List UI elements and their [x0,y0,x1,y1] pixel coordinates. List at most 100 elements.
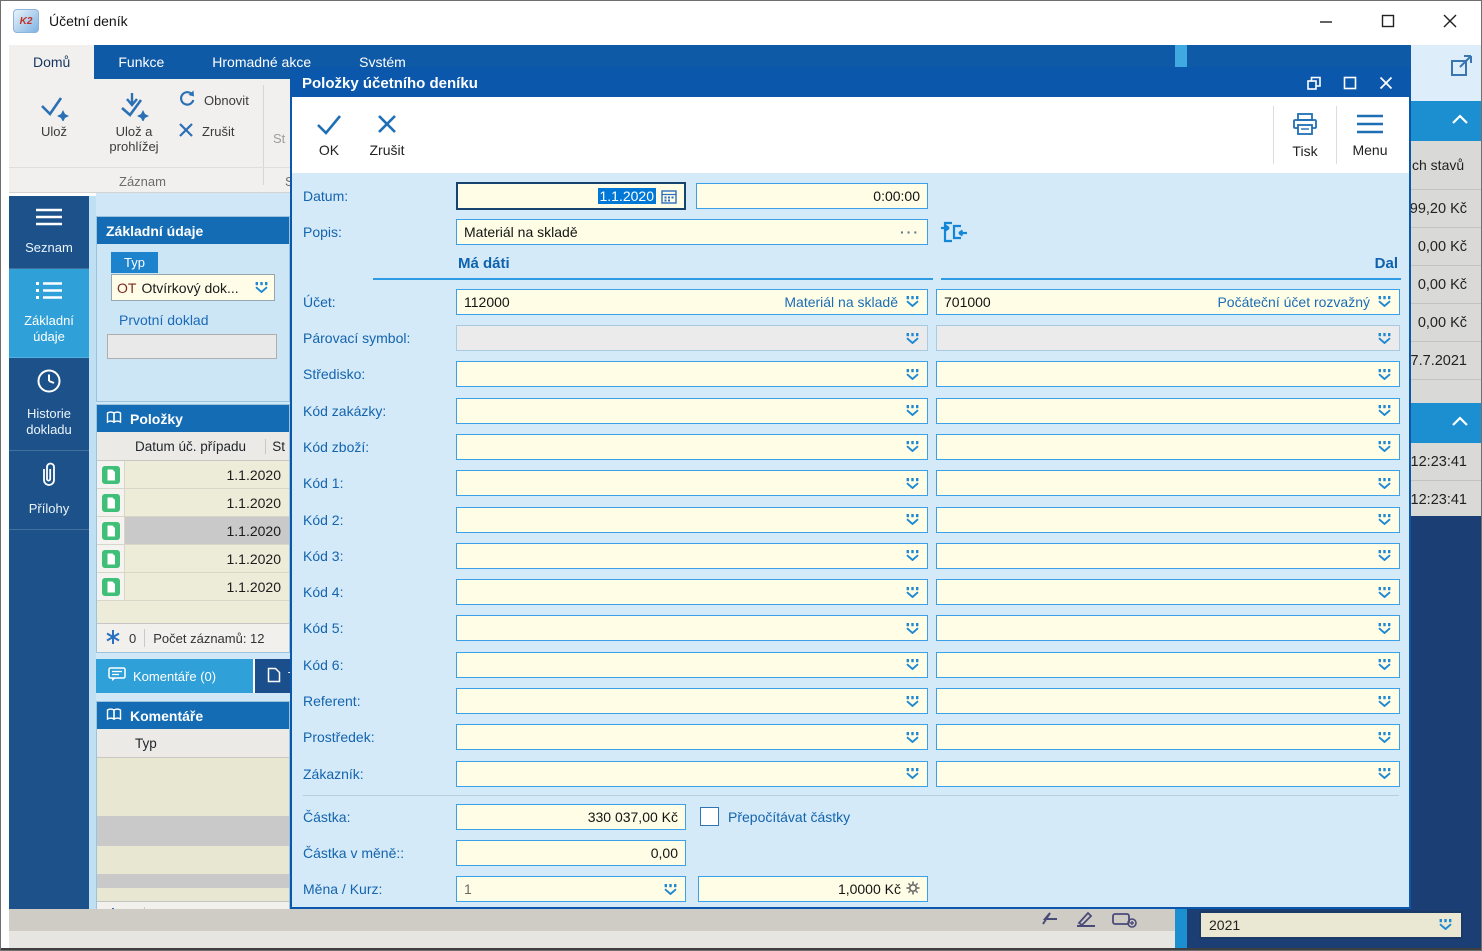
table-row[interactable]: 1.1.2020 [97,573,289,601]
stamp-add-icon[interactable] [1111,910,1137,933]
dropdown-icon[interactable] [1377,768,1392,779]
zakaznik-dal-input[interactable] [936,761,1400,787]
dropdown-icon[interactable] [905,333,920,344]
refresh-button[interactable]: Obnovit [177,89,249,112]
kod4-md-input[interactable] [456,579,928,605]
tab-funkce[interactable]: Funkce [94,45,188,79]
dropdown-icon[interactable] [254,280,269,296]
dropdown-icon[interactable] [1438,917,1453,933]
signature-icon[interactable] [1041,910,1061,933]
prepocitavat-checkbox[interactable] [700,807,719,826]
kurz-input[interactable]: 1,0000 Kč [698,876,928,902]
maximize-icon[interactable] [1357,1,1419,41]
dropdown-icon[interactable] [905,514,920,525]
popis-input[interactable]: Materiál na skladě ··· [456,219,928,245]
flag-asterisk-icon[interactable] [105,629,121,648]
table-row-selected[interactable]: 1.1.2020 [97,517,289,545]
ok-button[interactable]: OK [300,102,358,168]
ucet-dal-input[interactable]: 701000 Počáteční účet rozvažný [936,289,1400,315]
kod6-dal-input[interactable] [936,652,1400,678]
dropdown-icon[interactable] [905,587,920,598]
menu-button[interactable]: Menu [1337,102,1403,168]
typ-combo[interactable]: OT Otvírkový dok... [111,274,275,301]
calendar-icon[interactable] [661,189,677,204]
sidebar-item-historie-dokladu[interactable]: Historie dokladu [9,358,89,451]
dropdown-icon[interactable] [905,768,920,779]
chevron-up-icon[interactable] [1451,414,1469,432]
save-button[interactable]: Ulož [23,91,85,139]
kod1-md-input[interactable] [456,470,928,496]
restore-icon[interactable] [1301,73,1327,93]
dropdown-icon[interactable] [1377,405,1392,416]
kod4-dal-input[interactable] [936,579,1400,605]
dropdown-icon[interactable] [1377,369,1392,380]
dropdown-icon[interactable] [905,659,920,670]
kod6-md-input[interactable] [456,652,928,678]
cancel-button[interactable]: Zrušit [358,102,416,168]
dropdown-icon[interactable] [663,884,678,895]
prostredek-md-input[interactable] [456,724,928,750]
referent-md-input[interactable] [456,688,928,714]
kod-zakazky-dal-input[interactable] [936,398,1400,424]
table-row[interactable]: 1.1.2020 [97,545,289,573]
kod-zbozi-dal-input[interactable] [936,434,1400,460]
kod5-md-input[interactable] [456,615,928,641]
kod2-md-input[interactable] [456,507,928,533]
transfer-icon[interactable] [940,220,968,244]
dropdown-icon[interactable] [1377,696,1392,707]
year-combo[interactable]: 2021 [1199,911,1463,939]
kod5-dal-input[interactable] [936,615,1400,641]
dropdown-icon[interactable] [1377,333,1392,344]
kod3-dal-input[interactable] [936,543,1400,569]
dropdown-icon[interactable] [1377,478,1392,489]
close-icon[interactable] [1373,73,1399,93]
tab-komentare[interactable]: Komentáře (0) [96,659,253,693]
referent-dal-input[interactable] [936,688,1400,714]
sidebar-item-zakladni-udaje[interactable]: Základní údaje [9,269,89,358]
tab-domu[interactable]: Domů [9,45,94,79]
chevron-up-icon[interactable] [1451,112,1469,130]
castka-input[interactable]: 330 037,00 Kč [456,804,686,830]
stredisko-md-input[interactable] [456,361,928,387]
minimize-icon[interactable] [1295,1,1357,41]
dropdown-icon[interactable] [905,732,920,743]
empty-row[interactable] [97,874,289,888]
zakaznik-md-input[interactable] [456,761,928,787]
polozky-column-header[interactable]: Datum úč. případu St [97,432,289,461]
komentare-column-header[interactable]: Typ [97,729,289,758]
cancel-button[interactable]: Zrušit [177,121,235,142]
save-and-view-button[interactable]: Ulož a prohlížej [97,91,171,154]
kod-zbozi-md-input[interactable] [456,434,928,460]
dropdown-icon[interactable] [905,623,920,634]
dropdown-icon[interactable] [1377,550,1392,561]
dropdown-icon[interactable] [1377,587,1392,598]
mena-input[interactable]: 1 [456,876,686,902]
dropdown-icon[interactable] [905,369,920,380]
prvotni-doklad-input[interactable] [107,334,277,359]
maximize-icon[interactable] [1337,73,1363,93]
kod3-md-input[interactable] [456,543,928,569]
open-external-icon[interactable] [1449,53,1475,84]
dropdown-icon[interactable] [905,478,920,489]
dropdown-icon[interactable] [905,441,920,452]
dropdown-icon[interactable] [1377,623,1392,634]
kod2-dal-input[interactable] [936,507,1400,533]
dropdown-icon[interactable] [905,405,920,416]
datum-input[interactable]: 1.1.2020 [456,182,686,210]
dropdown-icon[interactable] [905,696,920,707]
typ-tab[interactable]: Typ [111,252,158,273]
print-button[interactable]: Tisk [1274,102,1336,168]
ucet-md-input[interactable]: 112000 Materiál na skladě [456,289,928,315]
prostredek-dal-input[interactable] [936,724,1400,750]
sidebar-item-prilohy[interactable]: Přílohy [9,451,89,530]
gear-icon[interactable] [906,881,920,898]
dropdown-icon[interactable] [905,296,920,307]
dropdown-icon[interactable] [1377,441,1392,452]
dropdown-icon[interactable] [1377,659,1392,670]
dropdown-icon[interactable] [905,550,920,561]
kod1-dal-input[interactable] [936,470,1400,496]
edit-pencil-icon[interactable] [1075,910,1097,933]
table-row[interactable]: 1.1.2020 [97,461,289,489]
dropdown-icon[interactable] [1377,296,1392,307]
castka-v-mene-input[interactable]: 0,00 [456,840,686,866]
